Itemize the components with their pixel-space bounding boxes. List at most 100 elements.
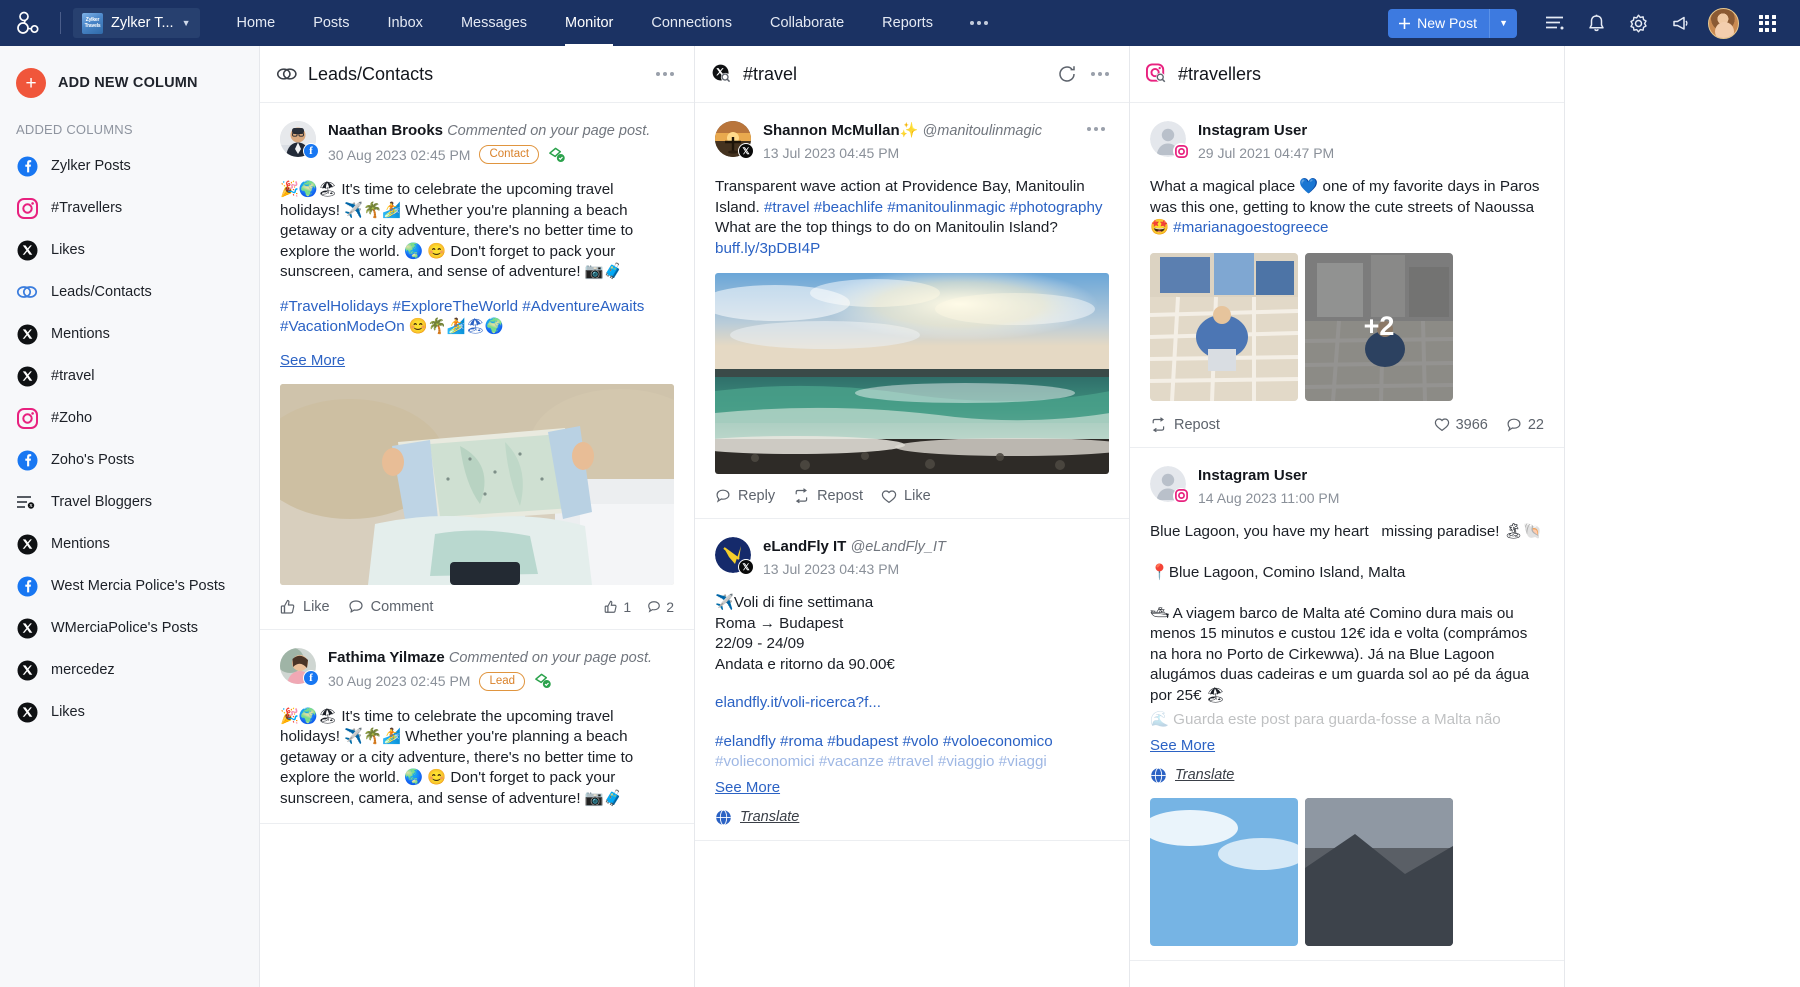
like-button[interactable]: Like (881, 488, 931, 504)
announcement-icon[interactable] (1661, 4, 1699, 42)
zoho-social-logo-icon[interactable] (14, 10, 48, 36)
bell-icon[interactable] (1577, 4, 1615, 42)
instagram-badge-icon (1173, 143, 1189, 159)
post-handle[interactable]: @eLandFly_IT (851, 539, 946, 555)
new-post-button[interactable]: New Post ▼ (1388, 9, 1517, 38)
sidebar-item-zohos-posts[interactable]: Zoho's Posts (0, 439, 259, 481)
post-image[interactable] (715, 273, 1109, 474)
post-handle[interactable]: @manitoulinmagic (923, 123, 1043, 139)
column-options-menu[interactable] (652, 66, 678, 82)
sidebar-item-travel-bloggers[interactable]: Travel Bloggers (0, 481, 259, 523)
nav-link-reports[interactable]: Reports (863, 0, 952, 46)
repost-button[interactable]: Repost (1150, 417, 1220, 433)
post-actions: Repost 3966 22 (1150, 417, 1544, 433)
post-author[interactable]: Shannon McMullan✨ (763, 122, 918, 139)
sidebar-item-likes[interactable]: Likes (0, 229, 259, 271)
list-icon[interactable] (1535, 4, 1573, 42)
post-options-menu[interactable] (1083, 121, 1109, 137)
crm-verified-icon[interactable] (548, 146, 566, 164)
translate-button[interactable]: Translate (1150, 767, 1544, 784)
post-hashtags[interactable]: #marianagoestogreece (1173, 219, 1328, 236)
see-more-link[interactable]: See More (280, 352, 345, 369)
sidebar-item-mentions-2[interactable]: Mentions (0, 523, 259, 565)
comment-icon (647, 600, 661, 614)
post-author[interactable]: Instagram User (1198, 122, 1307, 139)
sidebar-item-zylker-posts[interactable]: Zylker Posts (0, 145, 259, 187)
sidebar-item-travellers[interactable]: #Travellers (0, 187, 259, 229)
nav-link-messages[interactable]: Messages (442, 0, 546, 46)
gallery-thumb[interactable] (1305, 798, 1453, 946)
post-author[interactable]: Instagram User (1198, 467, 1307, 484)
sidebar-item-zoho[interactable]: #Zoho (0, 397, 259, 439)
see-more-link[interactable]: See More (715, 779, 780, 796)
sidebar-item-wmerciapolice-posts[interactable]: WMerciaPolice's Posts (0, 607, 259, 649)
nav-overflow-menu[interactable] (952, 15, 1006, 31)
nav-link-monitor[interactable]: Monitor (546, 0, 632, 46)
add-new-column-button[interactable]: + ADD NEW COLUMN (0, 60, 259, 102)
crm-verified-icon[interactable] (534, 672, 552, 690)
post-hashtags[interactable]: #elandfly #roma #budapest #volo #voloeco… (715, 732, 1109, 753)
post-author[interactable]: eLandFly IT (763, 538, 846, 555)
added-columns-label: ADDED COLUMNS (0, 102, 259, 145)
sidebar-item-leads-contacts[interactable]: Leads/Contacts (0, 271, 259, 313)
sidebar-item-likes-2[interactable]: Likes (0, 691, 259, 733)
nav-link-home[interactable]: Home (218, 0, 295, 46)
column-feed[interactable]: f Naathan Brooks Commented on your page … (260, 103, 694, 987)
column-feed[interactable]: Instagram User 29 Jul 2021 04:47 PM What… (1130, 103, 1564, 987)
avatar[interactable]: 𝕏 (715, 121, 751, 157)
like-button[interactable]: Like (280, 599, 330, 615)
nav-link-collaborate[interactable]: Collaborate (751, 0, 863, 46)
post-hashtags-overflow[interactable]: #volieconomici #vacanze #travel #viaggio… (715, 752, 1109, 773)
column-options-menu[interactable] (1087, 66, 1113, 82)
column-title: Leads/Contacts (308, 64, 433, 85)
gear-icon[interactable] (1619, 4, 1657, 42)
avatar[interactable]: f (280, 648, 316, 684)
nav-link-connections[interactable]: Connections (632, 0, 751, 46)
avatar[interactable] (1150, 466, 1186, 502)
post-url[interactable]: elandfly.it/voli-ricerca?f... (715, 693, 1109, 714)
sidebar-item-label: Zoho's Posts (51, 452, 134, 468)
gallery-more-overlay[interactable]: +2 (1305, 253, 1453, 401)
nav-link-posts[interactable]: Posts (294, 0, 368, 46)
post-url[interactable]: buff.ly/3pDBI4P (715, 240, 820, 257)
comment-button[interactable]: Comment (348, 599, 434, 615)
avatar[interactable]: f (280, 121, 316, 157)
comment-icon (348, 599, 364, 615)
sidebar-item-west-mercia-police-posts[interactable]: West Mercia Police's Posts (0, 565, 259, 607)
translate-button[interactable]: Translate (715, 809, 1109, 826)
post-image[interactable] (280, 384, 674, 585)
post-hashtags[interactable]: #travel #beachlife #manitoulinmagic #pho… (764, 199, 1103, 216)
sidebar-item-mercedez[interactable]: mercedez (0, 649, 259, 691)
app-body: + ADD NEW COLUMN ADDED COLUMNS Zylker Po… (0, 46, 1800, 987)
post-timestamp: 29 Jul 2021 04:47 PM (1198, 145, 1334, 161)
column-header: #travel (695, 46, 1129, 103)
gallery-thumb[interactable] (1150, 253, 1298, 401)
avatar[interactable]: 𝕏 (715, 537, 751, 573)
sidebar-item-travel[interactable]: #travel (0, 355, 259, 397)
sidebar-item-mentions-1[interactable]: Mentions (0, 313, 259, 355)
column-feed[interactable]: 𝕏 Shannon McMullan✨ @manitoulinmagic 13 … (695, 103, 1129, 987)
post-card: 𝕏 Shannon McMullan✨ @manitoulinmagic 13 … (695, 103, 1129, 519)
nav-link-inbox[interactable]: Inbox (368, 0, 441, 46)
comment-count-group: 2 (647, 599, 674, 615)
chevron-down-icon[interactable]: ▼ (182, 18, 191, 28)
sidebar-item-label: WMerciaPolice's Posts (51, 620, 198, 636)
post-hashtags[interactable]: #TravelHolidays #ExploreTheWorld #Advent… (280, 297, 674, 338)
like-label: Like (904, 488, 931, 504)
add-new-column-label: ADD NEW COLUMN (58, 75, 198, 91)
gallery-thumb[interactable]: +2 (1305, 253, 1453, 401)
repost-button[interactable]: Repost (793, 488, 863, 504)
refresh-icon[interactable] (1057, 64, 1077, 84)
sidebar-item-label: Likes (51, 242, 85, 258)
brand-selector[interactable]: Zylker Travels Zylker T... ▼ (73, 8, 200, 38)
post-author[interactable]: Naathan Brooks (328, 122, 443, 139)
apps-grid-icon[interactable] (1748, 4, 1786, 42)
post-author[interactable]: Fathima Yilmaze (328, 649, 445, 666)
new-post-dropdown-icon[interactable]: ▼ (1490, 9, 1517, 38)
gallery-thumb[interactable] (1150, 798, 1298, 946)
sidebar-item-label: Mentions (51, 536, 110, 552)
reply-button[interactable]: Reply (715, 488, 775, 504)
user-avatar[interactable] (1708, 8, 1739, 39)
avatar[interactable] (1150, 121, 1186, 157)
see-more-link[interactable]: See More (1150, 737, 1215, 754)
